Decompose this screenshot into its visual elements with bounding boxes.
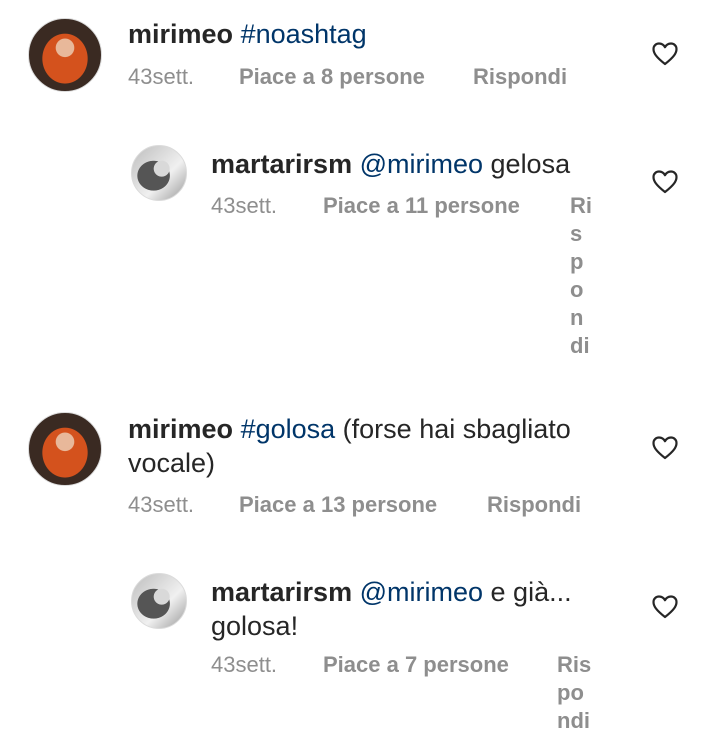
username[interactable]: mirimeo	[128, 414, 233, 444]
reply-button[interactable]: Rispondi	[570, 192, 594, 360]
username[interactable]: martarirsm	[211, 149, 352, 179]
username[interactable]: mirimeo	[128, 19, 233, 49]
comment-age: 43sett.	[128, 64, 195, 89]
comment-age: 43sett.	[211, 652, 278, 677]
mention-link[interactable]: @mirimeo	[360, 577, 483, 607]
likes-count-link[interactable]: Piace a 8 persone	[239, 63, 425, 91]
comment-text: mirimeo #noashtag	[128, 17, 608, 51]
reply-button[interactable]: Rispondi	[473, 63, 567, 91]
heart-icon[interactable]	[652, 436, 678, 460]
hashtag-link[interactable]: #golosa	[241, 414, 336, 444]
likes-count-link[interactable]: Piace a 13 persone	[239, 491, 437, 519]
comment-meta: 43sett. Piace a 7 persone Rispondi	[211, 651, 611, 741]
heart-icon[interactable]	[652, 595, 678, 619]
heart-icon[interactable]	[652, 42, 678, 66]
heart-icon[interactable]	[652, 170, 678, 194]
comment-age: 43sett.	[211, 193, 278, 218]
comment-text: mirimeo #golosa (forse hai sbagliato voc…	[128, 412, 598, 480]
comment-item: mirimeo #golosa (forse hai sbagliato voc…	[0, 395, 720, 545]
reply-button[interactable]: Rispondi	[487, 491, 581, 519]
comment-item: mirimeo #noashtag 43sett. Piace a 8 pers…	[0, 0, 720, 130]
comment-meta: 43sett. Piace a 11 persone Rispondi	[211, 192, 611, 362]
mention-link[interactable]: @mirimeo	[360, 149, 483, 179]
likes-count-link[interactable]: Piace a 11 persone	[323, 192, 520, 220]
likes-count-link[interactable]: Piace a 7 persone	[323, 651, 509, 679]
comment-meta: 43sett. Piace a 13 persone Rispondi	[128, 491, 608, 519]
avatar[interactable]	[28, 18, 102, 92]
comment-text: martarirsm @mirimeo gelosa	[211, 147, 611, 181]
hashtag-link[interactable]: #noashtag	[241, 19, 367, 49]
comment-age: 43sett.	[128, 492, 195, 517]
reply-button[interactable]: Rispondi	[557, 651, 597, 735]
comment-text: martarirsm @mirimeo e già... golosa!	[211, 575, 581, 643]
comment-meta: 43sett. Piace a 8 persone Rispondi	[128, 63, 608, 91]
reply-comment-item: martarirsm @mirimeo gelosa 43sett. Piace…	[0, 130, 720, 390]
avatar[interactable]	[131, 145, 187, 201]
reply-comment-item: martarirsm @mirimeo e già... golosa! 43s…	[0, 558, 720, 744]
avatar[interactable]	[28, 412, 102, 486]
comment-body: gelosa	[490, 149, 571, 179]
avatar[interactable]	[131, 573, 187, 629]
username[interactable]: martarirsm	[211, 577, 352, 607]
